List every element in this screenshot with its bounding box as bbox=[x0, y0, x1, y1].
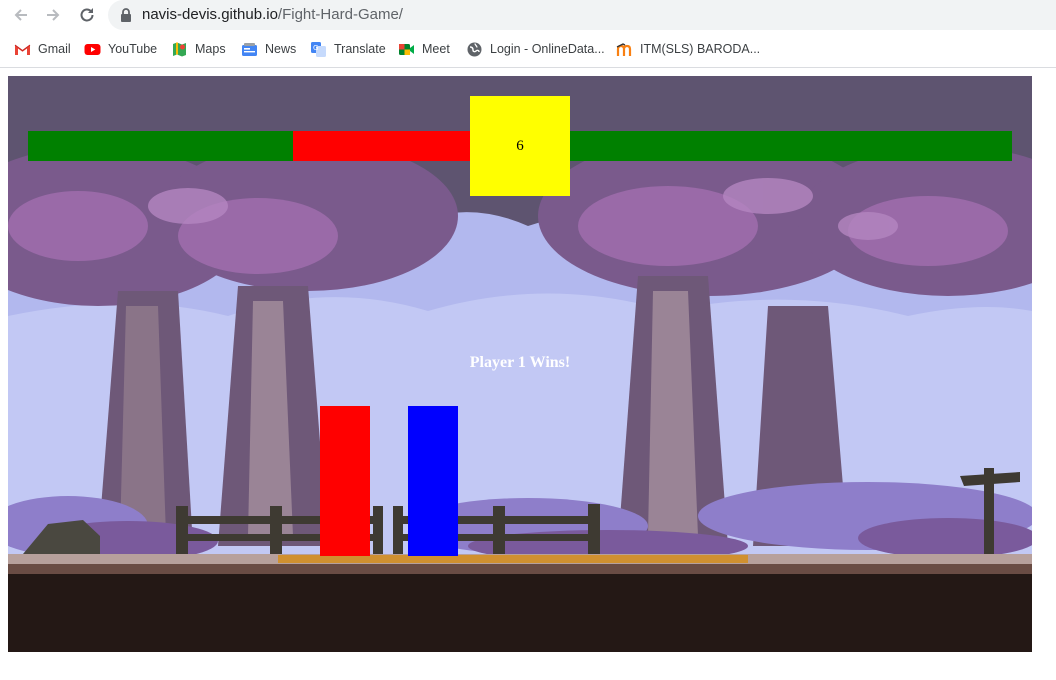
maps-icon bbox=[171, 41, 188, 58]
svg-text:G: G bbox=[313, 44, 318, 52]
player1-fighter bbox=[320, 406, 370, 556]
url-text: navis-devis.github.io/Fight-Hard-Game/ bbox=[142, 6, 403, 23]
back-button[interactable] bbox=[10, 4, 32, 26]
toolbar-divider bbox=[0, 67, 1056, 68]
youtube-icon bbox=[84, 41, 101, 58]
player2-fighter bbox=[408, 406, 458, 556]
bookmark-youtube[interactable]: YouTube bbox=[84, 36, 157, 62]
round-timer: 6 bbox=[470, 96, 570, 196]
forward-button[interactable] bbox=[42, 4, 64, 26]
bookmark-translate[interactable]: G Translate bbox=[310, 36, 386, 62]
game-canvas[interactable]: 6 Player 1 Wins! bbox=[8, 76, 1032, 652]
reload-button[interactable] bbox=[76, 4, 98, 26]
bookmark-itm-sls-baroda[interactable]: ITM(SLS) BARODA... bbox=[616, 36, 760, 62]
bookmark-label: Maps bbox=[195, 42, 226, 56]
timer-value: 6 bbox=[516, 137, 524, 154]
moodle-icon bbox=[616, 41, 633, 58]
player2-health-fill bbox=[570, 131, 1012, 161]
bookmark-gmail[interactable]: Gmail bbox=[14, 36, 71, 62]
lock-icon bbox=[121, 8, 131, 22]
bookmark-label: ITM(SLS) BARODA... bbox=[640, 42, 761, 56]
arrow-left-icon bbox=[14, 9, 27, 21]
bookmark-maps[interactable]: Maps bbox=[171, 36, 226, 62]
bookmark-label: Meet bbox=[422, 42, 450, 56]
bookmark-label: News bbox=[265, 42, 297, 56]
translate-icon: G bbox=[310, 41, 327, 58]
result-message: Player 1 Wins! bbox=[469, 354, 571, 371]
address-bar[interactable]: navis-devis.github.io/Fight-Hard-Game/ bbox=[108, 0, 1056, 30]
globe-icon bbox=[466, 41, 483, 58]
meet-icon bbox=[398, 41, 415, 58]
player1-health-fill bbox=[28, 131, 293, 161]
bookmark-news[interactable]: News bbox=[241, 36, 296, 62]
url-path: /Fight-Hard-Game/ bbox=[277, 6, 403, 23]
bookmarks-bar: Gmail YouTube Maps News G Translate Meet… bbox=[0, 36, 1056, 62]
url-host: navis-devis.github.io bbox=[142, 6, 278, 23]
bookmark-label: YouTube bbox=[108, 42, 158, 56]
bookmark-login-onlinedata[interactable]: Login - OnlineData... bbox=[466, 36, 605, 62]
arrow-right-icon bbox=[47, 9, 60, 21]
bookmark-label: Translate bbox=[334, 42, 386, 56]
news-icon bbox=[241, 41, 258, 58]
bookmark-meet[interactable]: Meet bbox=[398, 36, 450, 62]
reload-icon bbox=[80, 8, 94, 22]
browser-toolbar: navis-devis.github.io/Fight-Hard-Game/ bbox=[0, 0, 1056, 31]
gmail-icon bbox=[14, 41, 31, 58]
bookmark-label: Login - OnlineData... bbox=[490, 42, 605, 56]
bookmark-label: Gmail bbox=[38, 42, 71, 56]
